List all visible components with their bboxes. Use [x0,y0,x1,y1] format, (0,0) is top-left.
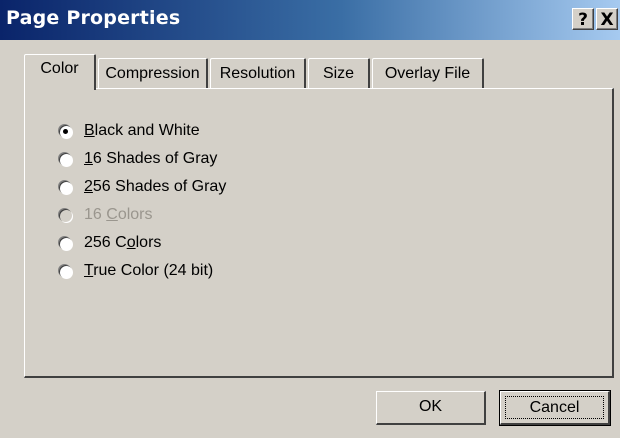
radio-label: 256 Shades of Gray [84,178,227,195]
radio-label: Black and White [84,122,200,139]
radio-label: 16 Colors [84,206,153,223]
radio-button-disabled [59,208,72,222]
radio-button[interactable] [59,236,72,250]
radio-black-and-white[interactable]: Black and White [59,117,226,145]
help-button[interactable]: ? [572,8,594,30]
tab-resolution[interactable]: Resolution [210,58,306,88]
cancel-button[interactable]: Cancel [499,390,611,426]
radio-label: 16 Shades of Gray [84,150,218,167]
color-tab-panel: Black and White 16 Shades of Gray 256 Sh… [24,88,614,378]
radio-true-color[interactable]: True Color (24 bit) [59,257,226,285]
color-mode-radio-group: Black and White 16 Shades of Gray 256 Sh… [59,117,226,285]
radio-256-colors[interactable]: 256 Colors [59,229,226,257]
radio-16-shades-gray[interactable]: 16 Shades of Gray [59,145,226,173]
radio-button[interactable] [59,152,72,166]
radio-256-shades-gray[interactable]: 256 Shades of Gray [59,173,226,201]
tab-strip: Color Compression Resolution Size Overla… [0,52,620,92]
radio-button-checked[interactable] [59,124,72,138]
cancel-button-label: Cancel [505,396,604,419]
tab-color[interactable]: Color [24,54,96,90]
radio-button[interactable] [59,264,72,278]
radio-button[interactable] [59,180,72,194]
tab-size[interactable]: Size [308,58,370,88]
title-bar[interactable]: Page Properties ? X [0,0,620,40]
tab-compression[interactable]: Compression [98,58,208,88]
window-title: Page Properties [6,7,181,29]
tab-overlay-file[interactable]: Overlay File [372,58,484,88]
radio-label: 256 Colors [84,234,162,251]
page-properties-dialog: Page Properties ? X Color Compression Re… [0,0,620,438]
radio-label: True Color (24 bit) [84,262,214,279]
radio-16-colors: 16 Colors [59,201,226,229]
ok-button[interactable]: OK [376,391,486,425]
close-button[interactable]: X [596,8,618,30]
